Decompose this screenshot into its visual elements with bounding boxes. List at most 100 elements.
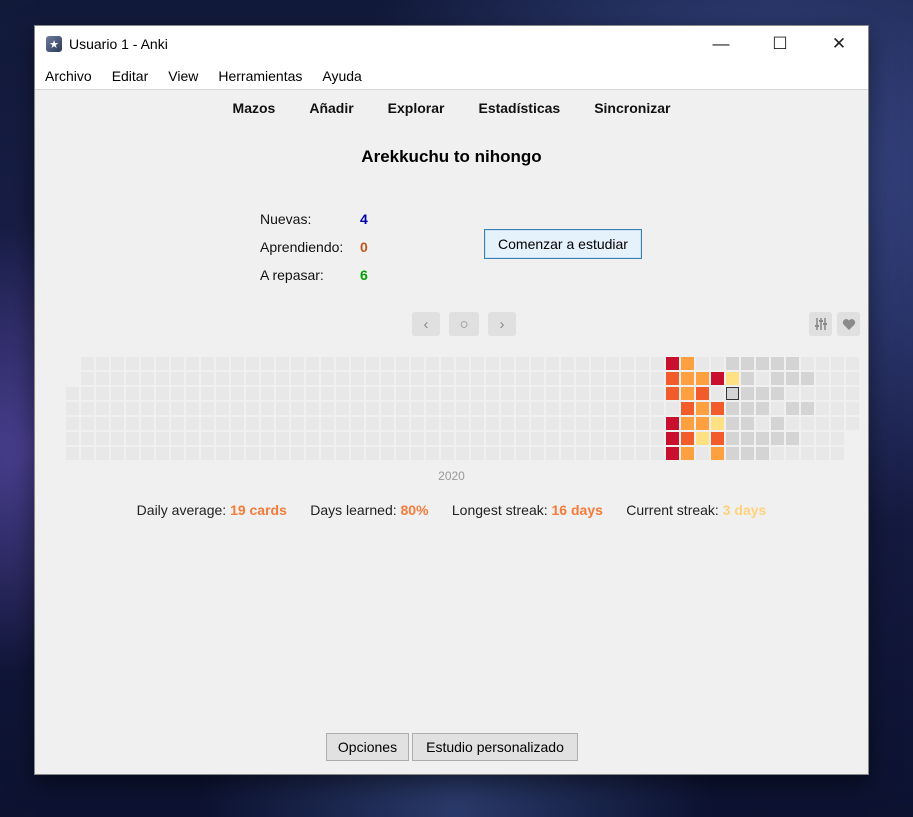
heatmap-day-cell[interactable] — [651, 372, 664, 385]
heatmap-day-cell[interactable] — [651, 357, 664, 370]
menu-view[interactable]: View — [158, 68, 208, 84]
heatmap-day-cell[interactable] — [846, 417, 859, 430]
heatmap-day-cell[interactable] — [426, 417, 439, 430]
heatmap-day-cell[interactable] — [291, 417, 304, 430]
heatmap-day-cell[interactable] — [426, 402, 439, 415]
heatmap-day-cell[interactable] — [336, 417, 349, 430]
heatmap-day-cell[interactable] — [816, 417, 829, 430]
heatmap-day-cell[interactable] — [306, 372, 319, 385]
heatmap-day-cell[interactable] — [531, 387, 544, 400]
heatmap-day-cell[interactable] — [621, 417, 634, 430]
heatmap-day-cell[interactable] — [126, 372, 139, 385]
heatmap-today-cell[interactable] — [726, 387, 739, 400]
heatmap-day-cell[interactable] — [381, 417, 394, 430]
heatmap-day-cell[interactable] — [546, 447, 559, 460]
heatmap-prev-button[interactable]: ‹ — [412, 312, 440, 336]
heatmap-day-cell[interactable] — [561, 387, 574, 400]
heatmap-day-cell[interactable] — [201, 402, 214, 415]
heatmap-day-cell[interactable] — [456, 357, 469, 370]
heatmap-day-cell[interactable] — [636, 372, 649, 385]
heatmap-day-cell[interactable] — [831, 372, 844, 385]
heatmap-day-cell[interactable] — [771, 357, 784, 370]
heatmap-day-cell[interactable] — [786, 402, 799, 415]
heatmap-day-cell[interactable] — [456, 432, 469, 445]
heatmap-day-cell[interactable] — [501, 357, 514, 370]
heatmap-day-cell[interactable] — [606, 402, 619, 415]
heatmap-day-cell[interactable] — [711, 357, 724, 370]
heatmap-day-cell[interactable] — [246, 447, 259, 460]
heatmap-day-cell[interactable] — [771, 402, 784, 415]
heatmap-day-cell[interactable] — [441, 357, 454, 370]
heatmap-day-cell[interactable] — [681, 447, 694, 460]
heatmap-day-cell[interactable] — [801, 372, 814, 385]
heatmap-day-cell[interactable] — [486, 417, 499, 430]
heatmap-day-cell[interactable] — [366, 372, 379, 385]
heatmap-day-cell[interactable] — [726, 447, 739, 460]
heatmap-day-cell[interactable] — [486, 357, 499, 370]
heatmap-day-cell[interactable] — [366, 417, 379, 430]
heatmap-day-cell[interactable] — [246, 417, 259, 430]
heatmap-day-cell[interactable] — [681, 372, 694, 385]
heatmap-day-cell[interactable] — [666, 432, 679, 445]
heatmap-day-cell[interactable] — [306, 402, 319, 415]
heatmap-today-button[interactable]: ○ — [449, 312, 479, 336]
heatmap-day-cell[interactable] — [711, 402, 724, 415]
custom-study-button[interactable]: Estudio personalizado — [412, 733, 578, 761]
heatmap-day-cell[interactable] — [546, 357, 559, 370]
heatmap-day-cell[interactable] — [381, 357, 394, 370]
heatmap-day-cell[interactable] — [426, 447, 439, 460]
heatmap-day-cell[interactable] — [126, 402, 139, 415]
heatmap-day-cell[interactable] — [546, 432, 559, 445]
heatmap-day-cell[interactable] — [561, 402, 574, 415]
heatmap-day-cell[interactable] — [411, 432, 424, 445]
options-button[interactable]: Opciones — [326, 733, 409, 761]
heatmap-day-cell[interactable] — [771, 372, 784, 385]
heatmap-day-cell[interactable] — [201, 417, 214, 430]
heatmap-day-cell[interactable] — [336, 432, 349, 445]
heatmap-day-cell[interactable] — [516, 447, 529, 460]
heatmap-day-cell[interactable] — [291, 372, 304, 385]
heatmap-day-cell[interactable] — [321, 417, 334, 430]
heatmap-day-cell[interactable] — [591, 402, 604, 415]
heatmap-day-cell[interactable] — [471, 372, 484, 385]
heatmap-day-cell[interactable] — [216, 387, 229, 400]
heatmap-day-cell[interactable] — [396, 402, 409, 415]
heatmap-day-cell[interactable] — [501, 417, 514, 430]
heatmap-day-cell[interactable] — [576, 402, 589, 415]
heatmap-day-cell[interactable] — [276, 447, 289, 460]
heatmap-day-cell[interactable] — [756, 357, 769, 370]
heatmap-day-cell[interactable] — [501, 372, 514, 385]
heatmap-day-cell[interactable] — [846, 372, 859, 385]
heatmap-day-cell[interactable] — [696, 402, 709, 415]
heatmap-day-cell[interactable] — [321, 447, 334, 460]
heatmap-day-cell[interactable] — [351, 387, 364, 400]
heatmap-day-cell[interactable] — [141, 387, 154, 400]
heatmap-day-cell[interactable] — [246, 402, 259, 415]
heatmap-day-cell[interactable] — [201, 357, 214, 370]
heatmap-day-cell[interactable] — [171, 372, 184, 385]
heatmap-day-cell[interactable] — [96, 357, 109, 370]
heatmap-day-cell[interactable] — [171, 447, 184, 460]
toolbar-estadisticas[interactable]: Estadísticas — [461, 100, 577, 116]
heatmap-day-cell[interactable] — [336, 372, 349, 385]
heatmap-day-cell[interactable] — [696, 417, 709, 430]
heatmap-day-cell[interactable] — [816, 372, 829, 385]
heatmap-day-cell[interactable] — [651, 387, 664, 400]
heatmap-day-cell[interactable] — [846, 357, 859, 370]
heatmap-day-cell[interactable] — [696, 372, 709, 385]
heatmap-day-cell[interactable] — [696, 357, 709, 370]
heatmap-day-cell[interactable] — [561, 417, 574, 430]
heatmap-day-cell[interactable] — [771, 447, 784, 460]
heatmap-day-cell[interactable] — [756, 417, 769, 430]
heatmap-day-cell[interactable] — [636, 387, 649, 400]
heatmap-day-cell[interactable] — [171, 402, 184, 415]
heatmap-day-cell[interactable] — [516, 372, 529, 385]
heatmap-day-cell[interactable] — [636, 357, 649, 370]
heatmap-day-cell[interactable] — [306, 417, 319, 430]
heatmap-day-cell[interactable] — [576, 447, 589, 460]
heatmap-day-cell[interactable] — [126, 447, 139, 460]
heatmap-day-cell[interactable] — [291, 447, 304, 460]
heatmap-day-cell[interactable] — [426, 357, 439, 370]
heatmap-day-cell[interactable] — [171, 387, 184, 400]
heatmap-day-cell[interactable] — [741, 357, 754, 370]
